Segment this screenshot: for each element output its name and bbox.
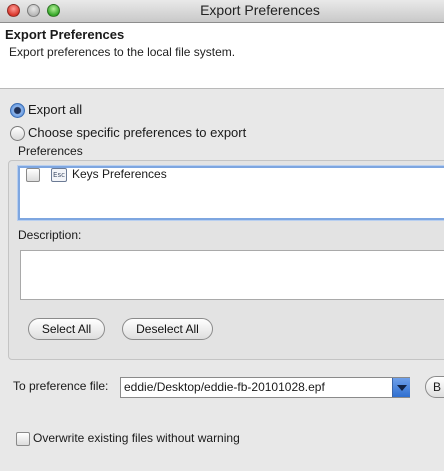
destination-value[interactable]: eddie/Desktop/eddie-fb-20101028.epf [124,380,325,394]
export-all-radio[interactable] [10,103,25,118]
preferences-label: Preferences [18,144,83,158]
description-label: Description: [18,228,82,242]
deselect-all-button[interactable]: Deselect All [122,318,213,340]
export-all-label[interactable]: Export all [28,102,82,117]
overwrite-label[interactable]: Overwrite existing files without warning [33,431,240,445]
window-title: Export Preferences [200,2,320,18]
chevron-down-icon[interactable] [392,378,410,397]
browse-button[interactable]: B [425,376,444,398]
keys-preferences-checkbox[interactable] [26,168,40,182]
description-field [20,250,444,300]
choose-specific-label[interactable]: Choose specific preferences to export [28,125,246,140]
select-all-button[interactable]: Select All [28,318,105,340]
page-title: Export Preferences [5,27,125,42]
destination-label: To preference file: [13,379,109,393]
page-description: Export preferences to the local file sys… [9,45,236,59]
keys-preferences-label[interactable]: Keys Preferences [72,167,167,181]
choose-specific-radio[interactable] [10,126,25,141]
overwrite-checkbox[interactable] [16,432,30,446]
keys-preferences-icon: Esc [51,168,67,182]
